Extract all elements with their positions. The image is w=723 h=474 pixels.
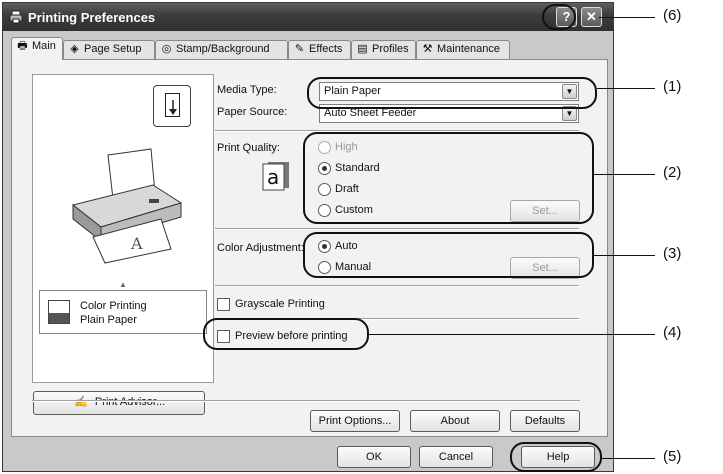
callout-box-3 (303, 232, 594, 278)
status-line-2: Plain Paper (80, 314, 137, 326)
svg-text:a: a (267, 165, 279, 189)
callout-box-2 (303, 132, 594, 224)
preview-area: A ▲ Color Printing Plain Paper (32, 74, 214, 383)
defaults-button[interactable]: Defaults (510, 410, 580, 432)
window-title: Printing Preferences (28, 10, 156, 25)
media-type-label: Media Type: (217, 84, 277, 96)
printer-icon: 🖶 (17, 40, 28, 52)
callout-box-4 (203, 318, 369, 350)
print-status-box: Color Printing Plain Paper (39, 290, 207, 334)
callout-box-6 (542, 4, 576, 30)
separator (215, 285, 579, 287)
paper-source-label: Paper Source: (217, 106, 288, 118)
callout-leader-6 (599, 17, 655, 18)
grayscale-label: Grayscale Printing (235, 298, 325, 310)
callout-label-4: (4) (663, 324, 682, 341)
callout-box-5 (510, 442, 602, 472)
callout-label-3: (3) (663, 245, 682, 262)
callout-box-1 (307, 77, 597, 109)
callout-leader-1 (597, 88, 655, 89)
print-advisor-icon: ✍ (73, 396, 88, 408)
printer-illustration-icon: A (71, 148, 183, 264)
print-quality-icon: a (262, 162, 289, 191)
page-setup-icon: ◈ (70, 43, 79, 55)
callout-leader-5 (602, 458, 655, 459)
effects-brush-icon: ✎ (294, 43, 305, 55)
status-line-1: Color Printing (80, 300, 147, 312)
callout-leader-2 (594, 174, 655, 175)
separator (215, 228, 579, 230)
callout-leader-3 (594, 255, 655, 256)
paper-orientation-icon (153, 85, 191, 127)
separator (32, 400, 580, 402)
color-printing-icon (48, 300, 70, 324)
tab-main[interactable]: 🖶 Main (11, 37, 63, 60)
printer-app-icon (9, 10, 23, 24)
print-quality-label: Print Quality: (217, 142, 280, 154)
ok-button[interactable]: OK (337, 446, 411, 468)
maintenance-icon: ⚒ (422, 43, 433, 55)
about-button[interactable]: About (410, 410, 500, 432)
title-bar[interactable]: Printing Preferences ? ✕ (3, 3, 613, 31)
grayscale-checkbox[interactable] (217, 298, 230, 311)
profiles-icon: ▤ (357, 43, 368, 55)
triangle-indicator-icon: ▲ (119, 280, 127, 289)
callout-label-1: (1) (663, 78, 682, 95)
tab-maintenance[interactable]: ⚒ Maintenance (416, 40, 510, 59)
cancel-button[interactable]: Cancel (419, 446, 493, 468)
tab-profiles[interactable]: ▤ Profiles (351, 40, 416, 59)
svg-text:A: A (130, 234, 143, 253)
callout-label-2: (2) (663, 164, 682, 181)
print-advisor-button[interactable]: ✍ Print Advisor... (33, 391, 205, 415)
print-options-button[interactable]: Print Options... (310, 410, 400, 432)
tab-stamp-background[interactable]: ◎ Stamp/Background (155, 40, 288, 59)
callout-leader-4 (369, 334, 655, 335)
stamp-icon: ◎ (161, 43, 172, 55)
callout-label-5: (5) (663, 448, 682, 465)
callout-label-6: (6) (663, 7, 682, 24)
tab-effects[interactable]: ✎ Effects (288, 40, 351, 59)
color-adjustment-label: Color Adjustment: (217, 242, 304, 254)
tab-page-setup[interactable]: ◈ Page Setup (63, 40, 155, 59)
